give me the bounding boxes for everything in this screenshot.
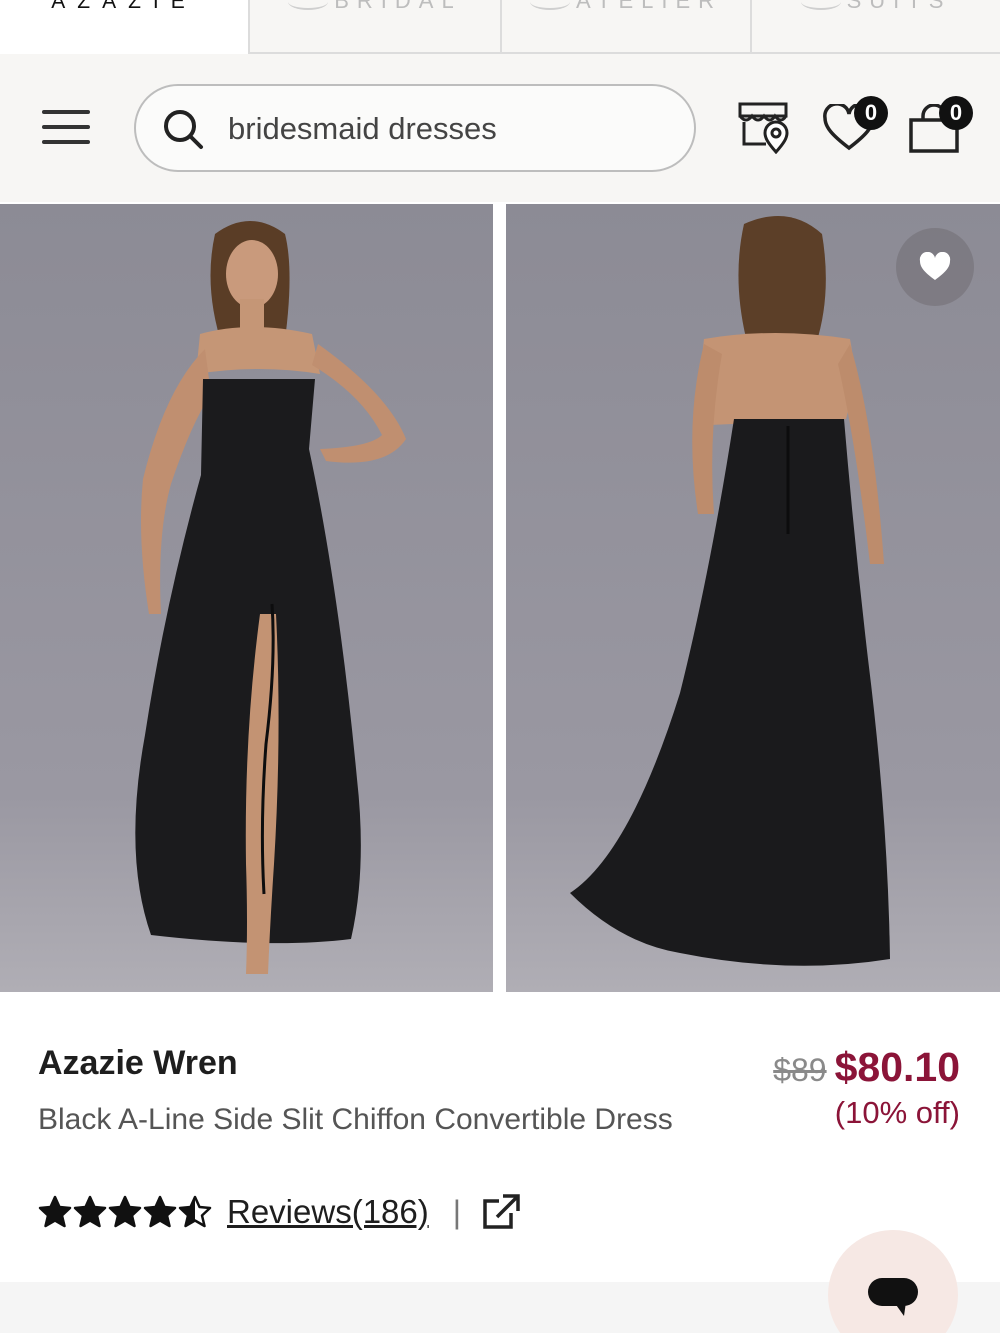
product-image-back[interactable]: [506, 204, 1000, 992]
wishlist-count-badge: 0: [854, 96, 888, 130]
brand-tab-azazie[interactable]: AZAZIE: [0, 0, 248, 54]
menu-icon[interactable]: [40, 106, 94, 148]
brand-logo-icon: [529, 0, 570, 11]
brand-tabs: AZAZIE BRIDAL ATELIER SUITS: [0, 0, 1000, 54]
product-brand-name[interactable]: Azazie Wren: [38, 1044, 238, 1083]
star-icon: [38, 1195, 72, 1228]
brand-tab-label: BRIDAL: [334, 0, 462, 13]
price-block: $89 $80.10 (10% off): [773, 1044, 960, 1131]
reviews-link[interactable]: Reviews(186): [227, 1193, 429, 1231]
star-rating: [38, 1195, 213, 1229]
product-description[interactable]: Black A-Line Side Slit Chiffon Convertib…: [38, 1100, 678, 1140]
discount-label: (10% off): [834, 1095, 960, 1130]
add-to-favorites-button[interactable]: [896, 228, 974, 306]
brand-tab-atelier[interactable]: ATELIER: [500, 0, 750, 54]
brand-tab-label: SUITS: [846, 0, 952, 13]
separator: |: [452, 1193, 462, 1230]
star-icon: [73, 1195, 107, 1228]
star-icon: [178, 1195, 212, 1228]
star-icon: [143, 1195, 177, 1228]
brand-logo-icon: [288, 0, 329, 11]
search-input[interactable]: [228, 106, 668, 152]
search-icon: [164, 110, 203, 149]
star-icon: [108, 1195, 142, 1228]
brand-tab-bridal[interactable]: BRIDAL: [248, 0, 500, 54]
product-gallery: [0, 204, 1000, 992]
brand-tab-label: AZAZIE: [51, 0, 197, 13]
product-info: Azazie Wren Black A-Line Side Slit Chiff…: [0, 992, 1000, 1282]
brand-tab-suits[interactable]: SUITS: [750, 0, 1000, 54]
heart-icon: [919, 252, 951, 280]
rating-row: Reviews(186) |: [38, 1190, 521, 1234]
site-header: 0 0: [0, 54, 1000, 202]
cart-count-badge: 0: [939, 96, 973, 130]
product-image-front[interactable]: [0, 204, 493, 992]
external-link-icon[interactable]: [483, 1193, 521, 1231]
search-bar[interactable]: [134, 84, 696, 172]
sale-price: $80.10: [834, 1044, 960, 1090]
chat-icon: [868, 1278, 918, 1306]
store-locator-icon[interactable]: [736, 98, 792, 154]
brand-logo-icon: [800, 0, 841, 11]
brand-tab-label: ATELIER: [575, 0, 723, 13]
original-price: $89: [773, 1052, 827, 1088]
